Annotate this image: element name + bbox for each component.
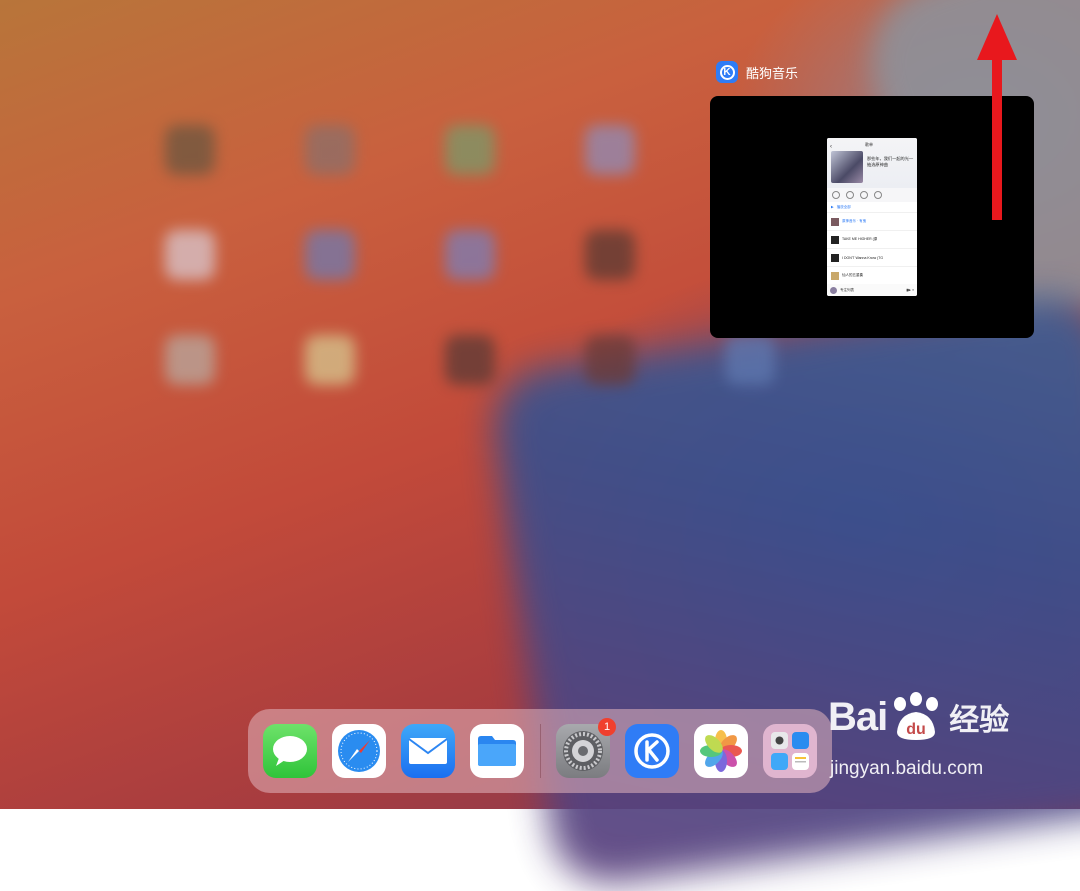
- back-icon: ‹: [830, 144, 832, 150]
- blurred-home-icon: [305, 335, 355, 385]
- song-thumb: [831, 253, 839, 262]
- watermark-jingyan: 经验: [949, 704, 1010, 737]
- song-row: TAKE ME HIGHER (原: [827, 230, 917, 248]
- blurred-home-icon: [165, 335, 215, 385]
- watermark-url: jingyan.baidu.com: [830, 758, 984, 779]
- play-all-icon: ▶: [831, 205, 834, 209]
- dock-divider: [540, 724, 541, 778]
- blurred-home-icon: [165, 230, 215, 280]
- song-thumb: [831, 271, 839, 280]
- mini-player-title: 专注列表: [840, 287, 854, 292]
- blurred-home-icon: [725, 335, 775, 385]
- preview-actions: [827, 188, 917, 202]
- photos-icon: [700, 730, 742, 772]
- safari-icon: [338, 730, 380, 772]
- app-preview-screen: ‹ 歌单 那些年，我们一起的光—抽选原神曲 ▶ 播放全部 原神音乐 · 有鬼 T…: [827, 138, 917, 296]
- mini-player-controls-icon: ▮▶ ≡: [906, 288, 914, 292]
- playlist-description: 那些年，我们一起的光—抽选原神曲: [867, 156, 914, 167]
- app-switcher-header[interactable]: K 酷狗音乐: [716, 60, 798, 84]
- wallpaper-shape-blue: [486, 289, 1080, 891]
- playlist-cover: [831, 151, 863, 183]
- preview-nav-title: 歌单: [865, 142, 873, 147]
- blurred-home-icon: [165, 125, 215, 175]
- play-all-bar: ▶ 播放全部: [827, 202, 917, 212]
- song-title: I DON'T Wanna Know (TG: [842, 255, 884, 260]
- watermark-bai: Bai: [828, 694, 888, 739]
- action-icon: [874, 191, 882, 199]
- blurred-home-icon: [585, 230, 635, 280]
- dock-app-mail[interactable]: [401, 724, 455, 778]
- song-row: 原神音乐 · 有鬼: [827, 212, 917, 230]
- kugou-k-icon: [634, 733, 670, 769]
- mini-player: 专注列表 ▮▶ ≡: [827, 284, 917, 296]
- dock-app-settings[interactable]: 1: [556, 718, 616, 778]
- song-thumb: [831, 217, 839, 226]
- swipe-up-arrow-icon: [977, 14, 1017, 220]
- blurred-home-icon: [585, 125, 635, 175]
- watermark-du: du: [906, 721, 926, 738]
- song-thumb: [831, 235, 839, 244]
- blurred-home-icon: [305, 230, 355, 280]
- song-title: 仙人的五重奏: [842, 273, 863, 277]
- dock-app-safari[interactable]: [332, 724, 386, 778]
- mini-player-cover: [830, 286, 837, 294]
- action-icon: [846, 191, 854, 199]
- blurred-home-icon: [445, 125, 495, 175]
- settings-icon: [563, 731, 603, 771]
- song-row: 仙人的五重奏: [827, 266, 917, 284]
- dock-app-files[interactable]: [470, 724, 524, 778]
- play-all-label: 播放全部: [836, 204, 851, 209]
- blurred-home-icon: [585, 335, 635, 385]
- mail-icon: [408, 738, 448, 764]
- baidu-jingyan-watermark: Bai du 经验 jingyan.baidu.com: [828, 690, 1028, 790]
- song-title: TAKE ME HIGHER (原: [842, 237, 878, 241]
- app-switcher-title: 酷狗音乐: [746, 65, 799, 81]
- action-icon: [860, 191, 868, 199]
- blurred-home-icon: [445, 335, 495, 385]
- blurred-home-icon: [305, 125, 355, 175]
- files-icon: [478, 736, 516, 766]
- messages-icon: [273, 736, 307, 766]
- blurred-home-icon: [445, 230, 495, 280]
- action-icon: [832, 191, 840, 199]
- baidu-paw-icon: du: [894, 692, 939, 740]
- song-row: I DON'T Wanna Know (TG: [827, 248, 917, 266]
- baidu-logo: Bai du 经验: [828, 692, 1009, 742]
- dock-app-library[interactable]: [763, 724, 817, 778]
- dock-app-kugou[interactable]: [625, 724, 679, 778]
- notification-badge: 1: [598, 718, 616, 736]
- dock-app-photos[interactable]: [694, 724, 748, 778]
- preview-header: ‹ 歌单 那些年，我们一起的光—抽选原神曲: [827, 138, 917, 188]
- app-library-icon: [771, 732, 809, 770]
- dock-app-messages[interactable]: [263, 724, 317, 778]
- song-title: 原神音乐 · 有鬼: [842, 219, 867, 223]
- kugou-k-icon: K: [716, 61, 738, 83]
